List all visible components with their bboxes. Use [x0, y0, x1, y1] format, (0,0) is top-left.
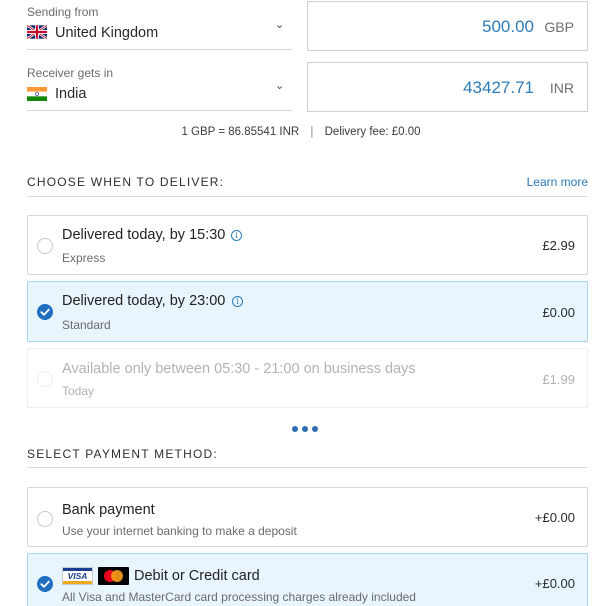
- radio-disabled: [37, 371, 53, 387]
- exchange-rate-text: 1 GBP = 86.85541 INR: [181, 126, 300, 138]
- sending-country-value: United Kingdom: [55, 25, 159, 41]
- receiving-country-select[interactable]: Receiver gets in India ⌄: [27, 60, 292, 111]
- send-currency: GBP: [544, 19, 574, 35]
- chevron-down-icon: ⌄: [275, 19, 285, 31]
- send-amount-value: 500.00: [482, 17, 534, 36]
- receiver-gets-label: Receiver gets in: [27, 66, 114, 80]
- chevron-down-icon: ⌄: [275, 80, 285, 92]
- sending-from-label: Sending from: [27, 5, 99, 19]
- payment-option-subtitle: Use your internet banking to make a depo…: [62, 524, 297, 538]
- delivery-option-title: Available only between 05:30 - 21:00 on …: [62, 361, 416, 377]
- radio-unchecked[interactable]: [37, 511, 53, 527]
- more-dots-icon[interactable]: [292, 425, 322, 433]
- delivery-option-title: Delivered today, by 15:30: [62, 227, 226, 243]
- radio-checked[interactable]: [37, 304, 53, 320]
- payment-option-price: +£0.00: [534, 576, 575, 591]
- delivery-option-price: £0.00: [542, 305, 575, 320]
- mastercard-logo: [98, 567, 129, 585]
- checkmark-icon: [40, 308, 50, 316]
- radio-checked[interactable]: [37, 576, 53, 592]
- delivery-option-standard[interactable]: Delivered today, by 23:00 i Standard £0.…: [27, 281, 588, 342]
- payment-section-title: SELECT PAYMENT METHOD:: [27, 447, 218, 461]
- visa-logo-text: VISA: [67, 571, 88, 581]
- payment-option-title: Debit or Credit card: [134, 568, 260, 584]
- delivery-section-divider: [27, 196, 587, 197]
- delivery-option-title: Delivered today, by 23:00: [62, 293, 226, 309]
- delivery-section-title: CHOOSE WHEN TO DELIVER:: [27, 175, 225, 189]
- delivery-option-price: £2.99: [542, 238, 575, 253]
- india-flag-icon: [27, 87, 47, 101]
- info-icon[interactable]: i: [232, 296, 243, 307]
- payment-option-price: +£0.00: [534, 510, 575, 525]
- rate-separator: |: [310, 126, 314, 138]
- delivery-fee-text: Delivery fee: £0.00: [324, 126, 421, 138]
- receive-amount-value: 43427.71: [463, 78, 534, 97]
- sending-country-select[interactable]: Sending from United Kingdom ⌄: [26, 0, 292, 50]
- delivery-option-subtitle: Express: [62, 251, 106, 265]
- info-icon[interactable]: i: [231, 230, 242, 241]
- checkmark-icon: [40, 580, 50, 588]
- learn-more-link[interactable]: Learn more: [527, 175, 588, 189]
- radio-unchecked[interactable]: [37, 238, 53, 254]
- uk-flag-icon: [26, 24, 48, 40]
- payment-option-bank[interactable]: Bank payment Use your internet banking t…: [27, 487, 588, 547]
- delivery-option-express[interactable]: Delivered today, by 15:30 i Express £2.9…: [27, 215, 588, 275]
- payment-option-subtitle: All Visa and MasterCard card processing …: [62, 590, 416, 604]
- receiving-country-value: India: [55, 86, 87, 102]
- payment-option-card[interactable]: VISA Debit or Credit card All Visa and M…: [27, 553, 588, 606]
- send-amount-input[interactable]: 500.00 GBP: [307, 1, 588, 51]
- delivery-option-subtitle: Today: [62, 384, 95, 398]
- money-transfer-form: Sending from United Kingdom ⌄ 500.00 GBP…: [0, 0, 602, 606]
- receive-amount-input[interactable]: 43427.71 INR: [307, 62, 588, 112]
- payment-section-divider: [27, 467, 587, 468]
- exchange-rate-line: 1 GBP = 86.85541 INR | Delivery fee: £0.…: [0, 126, 602, 138]
- delivery-option-unavailable: Available only between 05:30 - 21:00 on …: [27, 348, 588, 408]
- receive-currency: INR: [549, 80, 574, 96]
- delivery-option-price: £1.99: [542, 372, 575, 387]
- visa-logo: VISA: [62, 567, 93, 585]
- payment-option-title: Bank payment: [62, 502, 155, 518]
- delivery-option-subtitle: Standard: [62, 318, 111, 332]
